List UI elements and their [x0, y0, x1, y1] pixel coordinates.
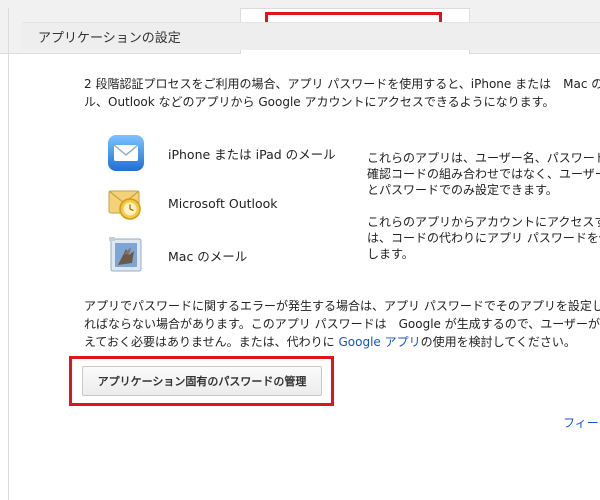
app-label-outlook: Microsoft Outlook	[168, 195, 278, 211]
google-apps-link[interactable]: Google アプリ	[339, 335, 421, 349]
manage-app-passwords-button[interactable]: アプリケーション固有のパスワードの管理	[82, 366, 322, 396]
bottom-line-2: ればならない場合があります。このアプリ パスワードは Google が生成するの…	[84, 317, 600, 331]
side-description: これらのアプリは、ユーザー名、パスワード 確認コードの組み合わせではなく、ユーザ…	[367, 150, 600, 262]
bottom-line-1: アプリでパスワードに関するエラーが発生する場合は、アプリ パスワードでそのアプリ…	[84, 299, 600, 313]
intro-text: 2 段階認証プロセスをご利用の場合、アプリ パスワードを使用すると、iPhone…	[84, 75, 600, 111]
bottom-line-3-text: えておく必要はありません。または、代わりに	[84, 335, 339, 349]
iphone-mail-icon	[105, 133, 147, 173]
mac-mail-icon	[105, 235, 147, 275]
app-row-outlook: Microsoft Outlook	[105, 183, 278, 223]
app-row-mac: Mac のメール	[105, 235, 247, 275]
side-p2-line-2: は、コードの代わりにアプリ パスワードを使	[367, 231, 600, 245]
content-panel	[8, 54, 600, 500]
bottom-line-3-tail: の使用を検討してください。	[420, 335, 576, 349]
app-label-iphone: iPhone または iPad のメール	[168, 146, 336, 162]
side-p2-line-1: これらのアプリからアカウントにアクセスする	[367, 215, 600, 229]
section-title: アプリケーションの設定	[38, 31, 181, 46]
side-p2-line-3: します。	[367, 247, 414, 261]
app-row-iphone: iPhone または iPad のメール	[105, 133, 336, 173]
side-p1-line-1: これらのアプリは、ユーザー名、パスワード	[367, 151, 600, 165]
intro-line-1: 2 段階認証プロセスをご利用の場合、アプリ パスワードを使用すると、iPhone…	[84, 77, 600, 91]
bottom-paragraph: アプリでパスワードに関するエラーが発生する場合は、アプリ パスワードでそのアプリ…	[84, 297, 600, 351]
feedback-link[interactable]: フィー	[563, 414, 599, 431]
app-label-mac: Mac のメール	[168, 248, 248, 264]
outlook-icon	[105, 183, 147, 223]
side-p1-line-2: 確認コードの組み合わせではなく、ユーザー	[367, 167, 600, 181]
section-header: アプリケーションの設定	[22, 22, 600, 50]
side-paragraph-2: これらのアプリからアカウントにアクセスする は、コードの代わりにアプリ パスワー…	[367, 214, 600, 262]
side-paragraph-1: これらのアプリは、ユーザー名、パスワード 確認コードの組み合わせではなく、ユーザ…	[367, 150, 600, 198]
side-p1-line-3: とパスワードでのみ設定できます。	[367, 183, 558, 197]
intro-line-2: ル、Outlook などのアプリから Google アカウントにアクセスできるよ…	[84, 95, 555, 109]
bottom-line-3: えておく必要はありません。または、代わりに Google アプリの使用を検討して…	[84, 333, 600, 351]
